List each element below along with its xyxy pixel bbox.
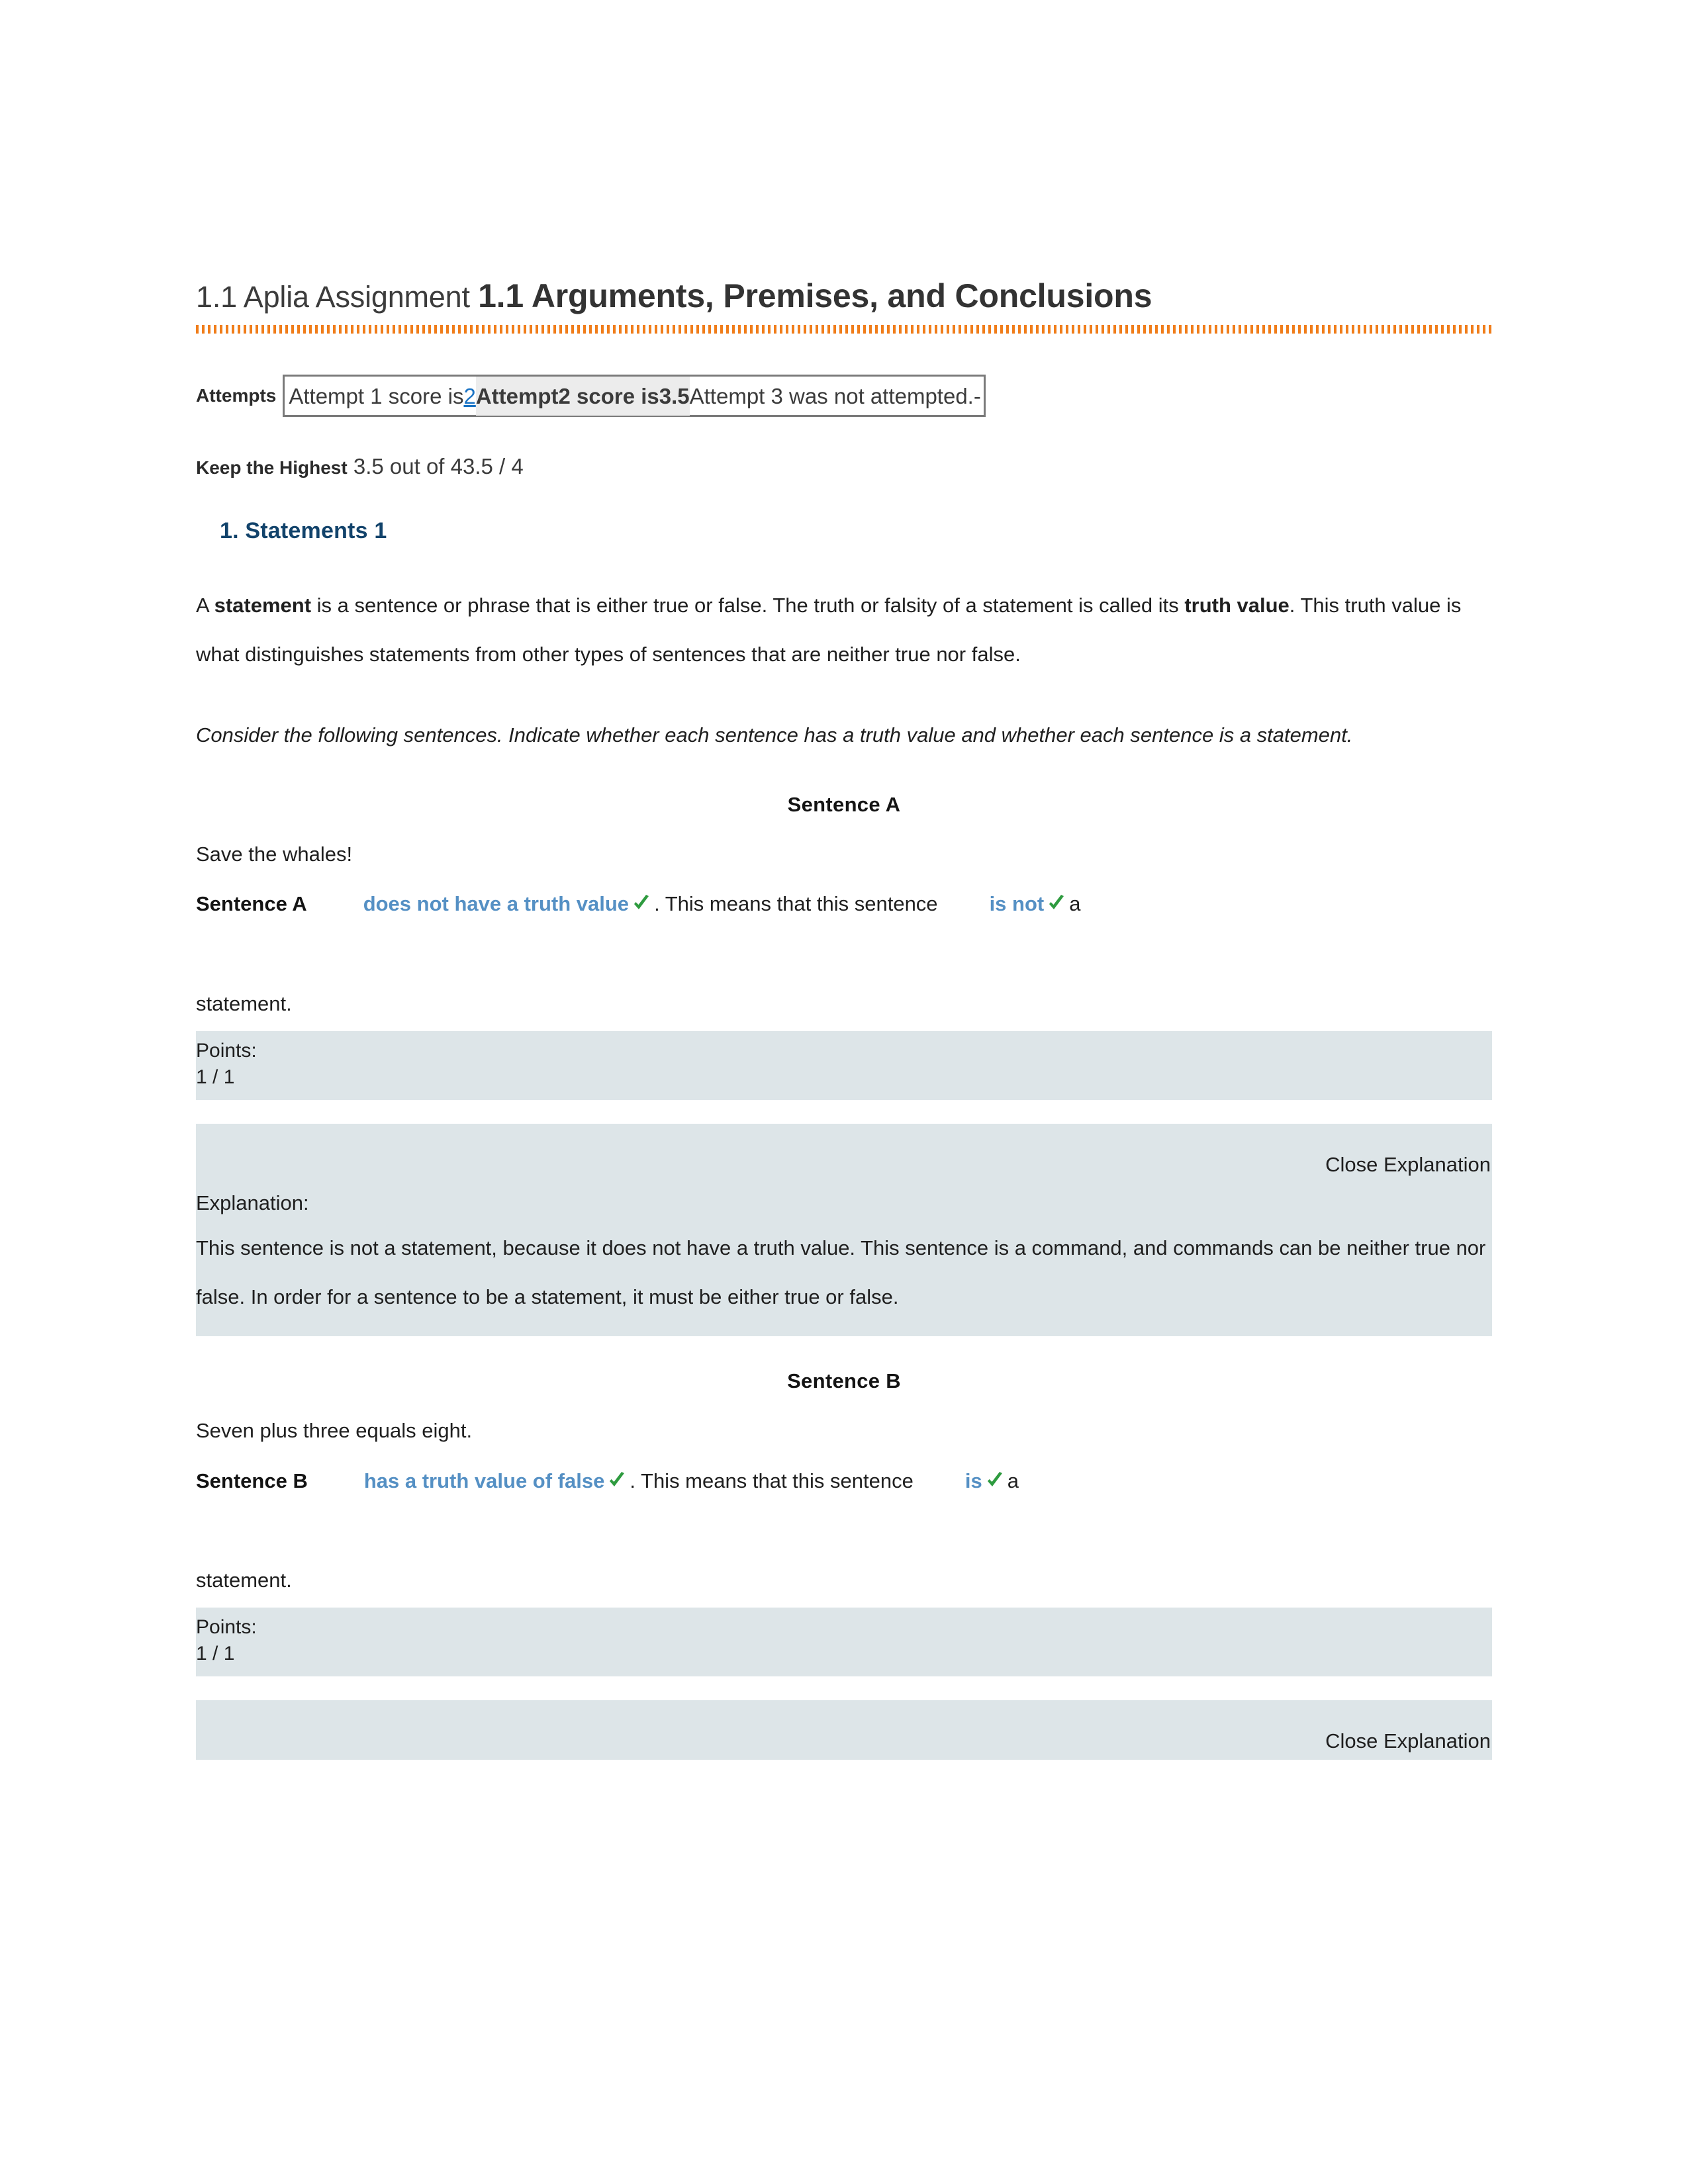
checkmark-icon <box>607 1471 627 1490</box>
sentence-b-points-band: Points: 1 / 1 <box>196 1608 1492 1677</box>
explanation-body: This sentence is not a statement, becaus… <box>196 1236 1486 1309</box>
attempt-2-text: Attempt2 score is3.5 <box>475 376 690 416</box>
sentence-a-heading: Sentence A <box>787 793 901 816</box>
points-value: 1 / 1 <box>196 1066 235 1088</box>
attempts-box: Attempt 1 score is 2 Attempt2 score is3.5 A… <box>283 375 986 417</box>
instruction-paragraph: Consider the following sentences. Indica… <box>196 723 1353 747</box>
intro-part-2: is a sentence or phrase that is either t… <box>311 594 1185 617</box>
explanation-label: Explanation: <box>196 1191 309 1214</box>
close-explanation-button[interactable]: Close Explanation <box>196 1717 1492 1760</box>
keep-highest-label: Keep the Highest <box>196 457 348 478</box>
sentence-b-answer-row: Sentence B has a truth value of false . Th… <box>196 1443 1492 1493</box>
sentence-b-explanation-band: Close Explanation <box>196 1700 1492 1760</box>
sentence-b-answer-tail: statement. <box>196 1569 292 1592</box>
sentence-a-choice-is-statement[interactable]: is not <box>990 892 1045 915</box>
sentence-a-label: Sentence A <box>196 892 307 916</box>
sentence-b-choice-truth-value[interactable]: has a truth value of false <box>364 1469 605 1492</box>
sentence-a-answer-row: Sentence A does not have a truth value . T… <box>196 866 1492 916</box>
sentence-a-points-band: Points: 1 / 1 <box>196 1030 1492 1100</box>
attempt-3-text: Attempt 3 was not attempted.- <box>689 383 981 408</box>
checkmark-icon <box>1047 893 1066 913</box>
sentence-a-article: a <box>1069 892 1081 916</box>
section-heading: 1. Statements 1 <box>220 518 387 543</box>
sentence-b-prompt: Seven plus three equals eight. <box>196 1419 473 1443</box>
page-title: 1.1 Aplia Assignment 1.1 Arguments, Prem… <box>196 0 1492 316</box>
attempts-row: Attempts Attempt 1 score is 2 Attempt2 sco… <box>196 375 1492 417</box>
sentence-a-choice-truth-value[interactable]: does not have a truth value <box>363 892 629 915</box>
close-explanation-button[interactable]: Close Explanation <box>196 1141 1492 1183</box>
document-content: 1.1 Aplia Assignment 1.1 Arguments, Prem… <box>196 0 1492 1760</box>
checkmark-icon <box>985 1471 1005 1490</box>
points-label: Points: <box>196 1616 257 1639</box>
attempts-label: Attempts <box>196 385 277 406</box>
sentence-b-label: Sentence B <box>196 1469 308 1492</box>
page-title-lead: 1.1 Aplia Assignment <box>196 280 479 314</box>
points-label: Points: <box>196 1039 257 1062</box>
attempt-1-text: Attempt 1 score is <box>289 383 464 408</box>
intro-paragraph: A statement is a sentence or phrase that… <box>196 544 1483 679</box>
title-divider <box>196 325 1492 334</box>
sentence-b-heading: Sentence B <box>787 1369 901 1393</box>
points-value: 1 / 1 <box>196 1643 235 1665</box>
sentence-a-mid-text: . This means that this sentence <box>654 892 938 916</box>
sentence-a-answer-tail: statement. <box>196 991 292 1015</box>
attempt-1-score-link[interactable]: 2 <box>463 385 475 407</box>
sentence-b-choice-is-statement[interactable]: is <box>965 1469 982 1492</box>
intro-bold-statement: statement <box>214 594 312 617</box>
keep-highest-row: Keep the Highest 3.5 out of 43.5 / 4 <box>196 455 1492 477</box>
sentence-a-prompt: Save the whales! <box>196 842 353 866</box>
sentence-b-article: a <box>1007 1469 1019 1492</box>
intro-part-1: A <box>196 594 214 617</box>
sentence-b-mid-text: . This means that this sentence <box>630 1469 914 1492</box>
page-title-strong: 1.1 Arguments, Premises, and Conclusions <box>478 277 1152 314</box>
checkmark-icon <box>632 893 651 913</box>
document-page: 1.1 Aplia Assignment 1.1 Arguments, Prem… <box>0 0 1688 2184</box>
keep-highest-value: 3.5 out of 43.5 / 4 <box>347 454 524 478</box>
intro-bold-truth-value: truth value <box>1184 594 1289 617</box>
sentence-a-explanation-band: Close Explanation Explanation: This sent… <box>196 1123 1492 1337</box>
